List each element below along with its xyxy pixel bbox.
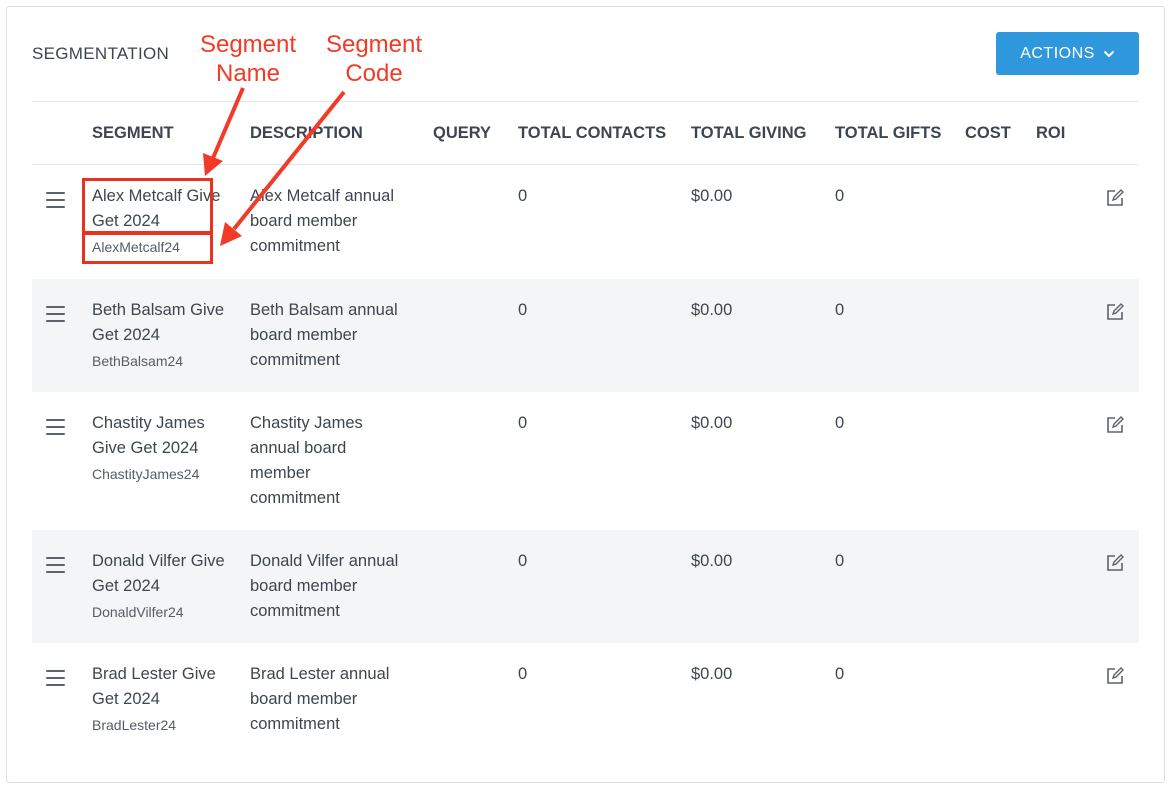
segment-code-highlight [82,232,213,264]
total-giving: $0.00 [691,301,733,319]
segment-code: BethBalsam24 [92,353,184,369]
total-contacts: 0 [518,414,528,432]
header-divider [32,101,1139,102]
segment-name[interactable]: Chastity James Give Get 2024 [92,411,227,461]
total-gifts: 0 [835,665,845,683]
drag-handle-icon[interactable] [46,192,65,208]
column-header-total-contacts[interactable]: TOTAL CONTACTS [518,124,666,143]
drag-handle-icon[interactable] [46,557,65,573]
drag-handle-icon[interactable] [46,306,65,322]
segment-name[interactable]: Donald Vilfer Give Get 2024 [92,549,227,599]
drag-handle-icon[interactable] [46,419,65,435]
total-giving: $0.00 [691,187,733,205]
page-title: SEGMENTATION [32,44,170,63]
total-contacts: 0 [518,665,528,683]
segment-name-highlight [82,178,213,234]
segment-code: BradLester24 [92,717,177,733]
column-header-roi[interactable]: ROI [1036,124,1065,143]
column-header-total-giving[interactable]: TOTAL GIVING [691,124,807,143]
table-row[interactable]: Brad Lester Give Get 2024 BradLester24 B… [32,643,1139,756]
edit-icon[interactable] [1106,554,1124,572]
edit-icon[interactable] [1106,667,1124,685]
segment-description: Chastity James annual board member commi… [250,414,363,507]
table-row[interactable]: Chastity James Give Get 2024 ChastityJam… [32,392,1139,530]
edit-icon[interactable] [1106,303,1124,321]
total-contacts: 0 [518,301,528,319]
total-giving: $0.00 [691,552,733,570]
column-header-query[interactable]: QUERY [433,124,491,143]
drag-handle-icon[interactable] [46,670,65,686]
total-gifts: 0 [835,301,845,319]
column-header-segment[interactable]: SEGMENT [92,124,174,143]
actions-label: ACTIONS [1020,44,1095,62]
total-gifts: 0 [835,552,845,570]
annotation-segment-code: Segment Code [325,31,423,87]
total-gifts: 0 [835,414,845,432]
column-header-description[interactable]: DESCRIPTION [250,124,363,143]
segment-description: Beth Balsam annual board member commitme… [250,301,398,369]
total-giving: $0.00 [691,665,733,683]
total-gifts: 0 [835,187,845,205]
total-giving: $0.00 [691,414,733,432]
total-contacts: 0 [518,552,528,570]
table-row[interactable]: Beth Balsam Give Get 2024 BethBalsam24 B… [32,279,1139,392]
segment-name[interactable]: Brad Lester Give Get 2024 [92,662,232,712]
table-row[interactable]: Donald Vilfer Give Get 2024 DonaldVilfer… [32,530,1139,643]
chevron-down-icon [1103,50,1115,57]
segment-code: ChastityJames24 [92,466,200,482]
segment-description: Alex Metcalf annual board member commitm… [250,187,394,255]
segment-code: DonaldVilfer24 [92,604,184,620]
segment-description: Brad Lester annual board member commitme… [250,665,390,733]
annotation-segment-name: Segment Name [199,31,297,87]
edit-icon[interactable] [1106,189,1124,207]
segment-name[interactable]: Beth Balsam Give Get 2024 [92,298,227,348]
segment-description: Donald Vilfer annual board member commit… [250,552,399,620]
total-contacts: 0 [518,187,528,205]
edit-icon[interactable] [1106,416,1124,434]
column-header-total-gifts[interactable]: TOTAL GIFTS [835,124,941,143]
column-header-cost[interactable]: COST [965,124,1011,143]
actions-button[interactable]: ACTIONS [996,32,1139,75]
